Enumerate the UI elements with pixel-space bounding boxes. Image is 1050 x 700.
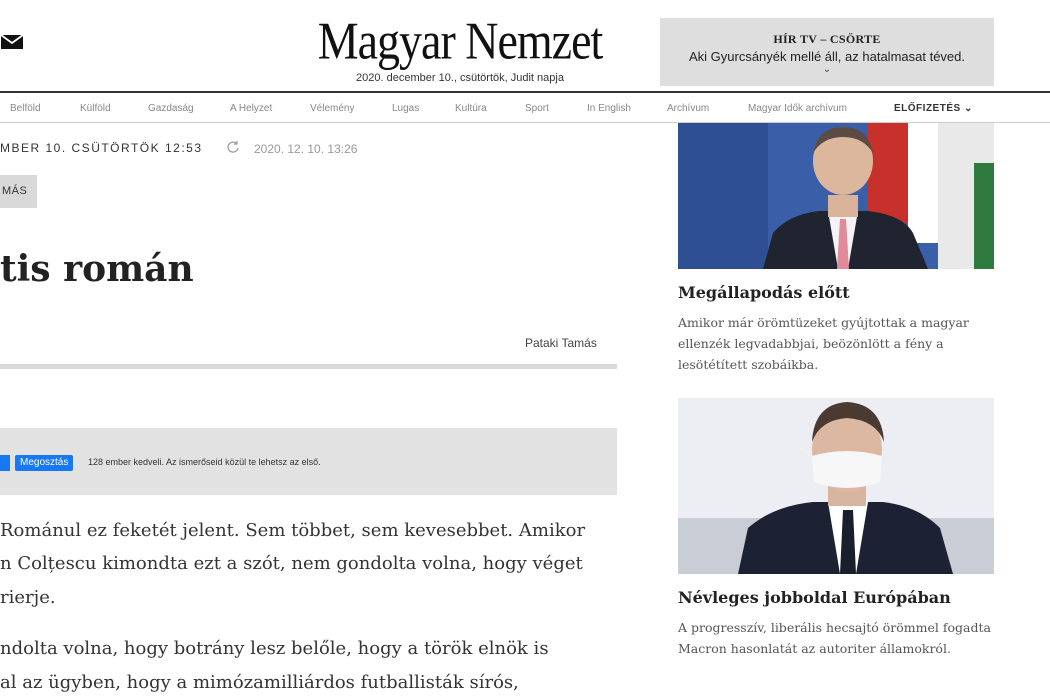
nav-item-belfold[interactable]: Belföld [10, 103, 41, 114]
article-updated: 2020. 12. 10. 13:26 [254, 142, 358, 156]
sidebar-card-title[interactable]: Névleges jobboldal Európában [678, 588, 951, 607]
nav-item-kultura[interactable]: Kultúra [455, 103, 487, 114]
promo-title: HÍR TV – CSÖRTE [773, 32, 881, 46]
chevron-down-icon: ⌄ [963, 102, 973, 114]
article-paragraph-line: n Colțescu kimondta ezt a szót, nem gond… [0, 553, 583, 574]
article-date: MBER 10. CSÜTÖRTÖK 12:53 [0, 141, 203, 155]
category-tag[interactable]: MÁS [0, 175, 37, 208]
article-paragraph-line: Románul ez feketét jelent. Sem többet, s… [0, 520, 586, 541]
share-button[interactable]: Megosztás [15, 455, 74, 471]
sidebar-card-lead: A progresszív, liberális hecsajtó örömme… [678, 620, 991, 656]
nav-item-kulfold[interactable]: Külföld [80, 103, 111, 114]
nav-item-gazdasag[interactable]: Gazdaság [148, 103, 194, 114]
sidebar-card-title[interactable]: Megállapodás előtt [678, 283, 850, 302]
nav-item-archivum[interactable]: Archívum [667, 103, 709, 114]
chevron-down-icon[interactable]: ⌄ [660, 64, 994, 75]
article-paragraph-line: al az ügyben, hogy a mimózamilliárdos fu… [0, 672, 519, 693]
likes-text: 128 ember kedveli. Az ismerőseid közül t… [88, 457, 321, 467]
site-logo[interactable]: Magyar Nemzet [300, 10, 620, 71]
main-nav: Belföld Külföld Gazdaság A Helyzet Vélem… [0, 93, 1050, 123]
nav-item-sport[interactable]: Sport [525, 103, 549, 114]
date-line: 2020. december 10., csütörtök, Judit nap… [356, 72, 564, 84]
sidebar-card-image[interactable] [678, 398, 994, 574]
article-paragraph-line: ndolta volna, hogy botrány lesz belőle, … [0, 638, 549, 659]
article-author[interactable]: Pataki Tamás [525, 336, 597, 350]
promo-text: Aki Gyurcsányék mellé áll, az hatalmasat… [688, 49, 965, 64]
article-divider [0, 364, 617, 369]
like-button[interactable] [0, 455, 10, 471]
nav-item-lugas[interactable]: Lugas [392, 103, 419, 114]
article-paragraph-line: rierje. [0, 587, 56, 608]
nav-item-a-helyzet[interactable]: A Helyzet [230, 103, 272, 114]
refresh-icon [227, 141, 239, 153]
nav-item-velemeny[interactable]: Vélemény [310, 103, 354, 114]
facebook-share-bar: Megosztás 128 ember kedveli. Az ismerőse… [0, 428, 617, 495]
nav-item-in-english[interactable]: In English [587, 103, 631, 114]
subscribe-menu[interactable]: ELŐFIZETÉS ⌄ [894, 103, 973, 114]
promo-box[interactable]: HÍR TV – CSÖRTE Aki Gyurcsányék mellé ál… [660, 18, 994, 86]
subscribe-label: ELŐFIZETÉS [894, 102, 961, 114]
nav-item-magyar-idok-archivum[interactable]: Magyar Idők archívum [748, 103, 847, 114]
sidebar-card-lead: Amikor már örömtüzeket gyújtottak a magy… [678, 315, 969, 372]
mail-icon[interactable] [0, 33, 24, 51]
article-headline: tis román [0, 248, 194, 290]
sidebar-card-image[interactable] [678, 123, 994, 269]
